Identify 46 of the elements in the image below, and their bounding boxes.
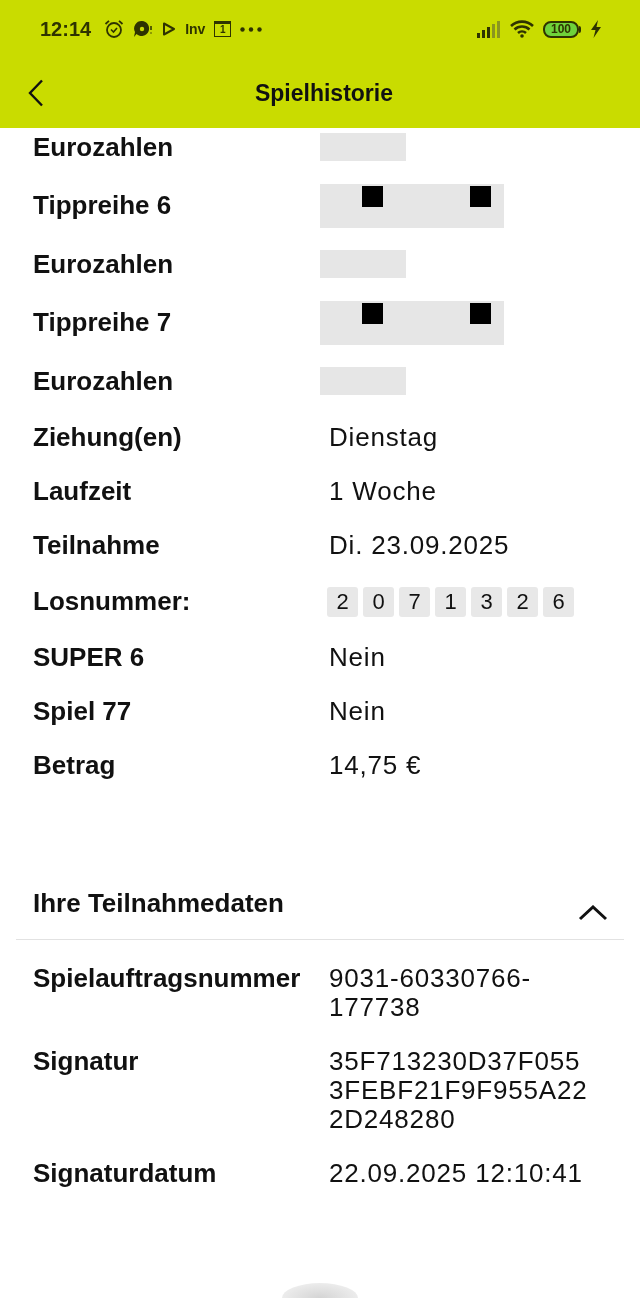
detail-label: SUPER 6 <box>33 643 145 672</box>
battery-indicator: 100 <box>543 20 581 38</box>
detail-label: Tippreihe 7 <box>33 308 172 338</box>
detail-label: Teilnahme <box>33 531 160 560</box>
detail-label: Eurozahlen <box>33 366 174 396</box>
back-button[interactable] <box>28 79 44 107</box>
chat-bubble-icon <box>133 20 154 38</box>
detail-label: Spiel 77 <box>33 697 132 726</box>
digit-tile: 3 <box>471 586 502 617</box>
detail-value: Nein <box>329 643 386 672</box>
detail-label: Laufzeit <box>33 477 132 506</box>
calendar-icon: 1 <box>214 21 232 37</box>
detail-label: Signaturdatum <box>33 1159 217 1188</box>
detail-value: 14,75 € <box>329 751 422 780</box>
status-time: 12:14 <box>40 17 92 41</box>
digit-tile: 2 <box>507 586 538 617</box>
detail-label: Spielauftragsnummer <box>33 964 301 993</box>
detail-value: Dienstag <box>329 423 439 452</box>
digit-tile: 7 <box>399 586 430 617</box>
detail-value: 9031-60330766- 177738 <box>329 964 532 1022</box>
more-icon <box>240 26 263 32</box>
digit-tile: 2 <box>327 586 358 617</box>
detail-label: Betrag <box>33 751 116 780</box>
chevron-left-icon <box>28 79 44 107</box>
detail-label: Ziehung(en) <box>33 423 182 452</box>
digit-tile: 6 <box>543 586 574 617</box>
detail-label: Tippreihe 6 <box>33 191 172 221</box>
section-header[interactable]: Ihre Teilnahmedaten <box>16 874 624 940</box>
wifi-icon <box>510 20 534 38</box>
detail-value: Nein <box>329 697 386 726</box>
detail-value: 22.09.2025 12:10:41 <box>329 1159 583 1188</box>
digit-tile: 1 <box>435 586 466 617</box>
detail-value: 35F713230D37F055 3FEBF21F9F955A22 2D248280 <box>329 1047 588 1134</box>
charging-bolt-icon <box>590 20 602 38</box>
detail-label: Eurozahlen <box>33 132 174 162</box>
alarm-clock-icon <box>104 19 125 39</box>
play-icon <box>162 22 177 36</box>
detail-label: Eurozahlen <box>33 249 174 279</box>
detail-label: Losnummer: <box>33 587 191 616</box>
signal-icon <box>477 20 501 38</box>
detail-value: 1 Woche <box>329 477 437 506</box>
digit-tile: 0 <box>363 586 394 617</box>
page-title: Spielhistorie <box>254 79 393 107</box>
detail-label: Signatur <box>33 1047 139 1076</box>
detail-value: Di. 23.09.2025 <box>329 531 510 560</box>
notification-label: Inv <box>185 21 206 37</box>
